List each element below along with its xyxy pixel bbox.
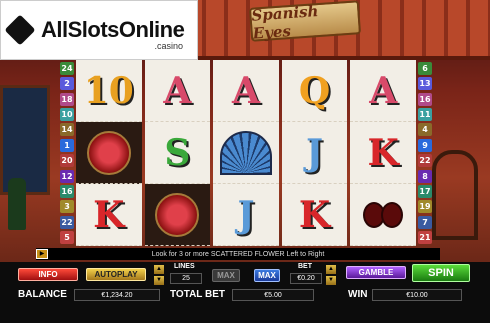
fan-icon: [219, 130, 272, 175]
reel-symbol: Q: [281, 60, 348, 122]
reel: AK: [350, 60, 416, 246]
game-title: Spanish Eyes: [248, 0, 362, 43]
castanets-symbol: [350, 184, 416, 246]
lines-value: 25: [170, 273, 202, 284]
lines-decrease-button[interactable]: ▼: [154, 276, 164, 285]
payline-indicator[interactable]: 1: [60, 138, 74, 152]
win-label: WIN: [348, 289, 368, 300]
payline-indicator[interactable]: 9: [418, 138, 432, 152]
payline-indicator[interactable]: 16: [60, 184, 74, 198]
logo-diamond-icon: [4, 14, 36, 46]
reel-symbol: K: [350, 122, 416, 184]
bottle-decoration: [8, 178, 26, 230]
flower-scatter-symbol: [76, 122, 142, 184]
max-bet-button[interactable]: MAX: [254, 269, 280, 282]
payline-indicator[interactable]: 18: [60, 92, 74, 106]
max-lines-button[interactable]: MAX: [212, 269, 240, 282]
site-logo: AllSlotsOnline .casino: [0, 0, 198, 60]
reel: AS: [144, 60, 211, 246]
reel-symbol: 10: [76, 60, 142, 122]
total-bet-label: TOTAL BET: [170, 289, 225, 300]
gamble-button[interactable]: GAMBLE: [346, 266, 406, 279]
paylines-left: 24 2 18 10 14 1 20 12 16 3 22 5: [60, 62, 74, 244]
payline-indicator[interactable]: 7: [418, 215, 432, 229]
logo-text: AllSlotsOnline: [41, 17, 185, 42]
reel: 10 K: [76, 60, 142, 246]
logo-suffix: .casino: [154, 41, 183, 51]
payline-indicator[interactable]: 13: [418, 77, 432, 91]
fan-symbol: [213, 122, 279, 184]
payline-indicator[interactable]: 19: [418, 200, 432, 214]
total-bet-value: €5.00: [232, 289, 314, 301]
payline-indicator[interactable]: 5: [60, 230, 74, 244]
reel: AJ: [213, 60, 279, 246]
balance-value: €1,234.20: [74, 289, 160, 301]
payline-indicator[interactable]: 21: [418, 230, 432, 244]
reel-symbol: S: [144, 122, 211, 184]
payline-indicator[interactable]: 3: [60, 200, 74, 214]
payline-indicator[interactable]: 11: [418, 108, 432, 122]
chair-decoration: [432, 150, 478, 240]
reel-symbol: A: [213, 60, 279, 122]
reel-symbol: K: [76, 184, 142, 246]
paylines-right: 6 13 16 11 4 9 22 8 17 19 7 21: [418, 62, 432, 244]
message-bar: Look for 3 or more SCATTERED FLOWER Left…: [36, 248, 440, 260]
payline-indicator[interactable]: 14: [60, 123, 74, 137]
payline-indicator[interactable]: 8: [418, 169, 432, 183]
reel-symbol: A: [144, 60, 211, 122]
balance-label: BALANCE: [18, 289, 67, 300]
lines-increase-button[interactable]: ▲: [154, 265, 164, 274]
payline-indicator[interactable]: 22: [60, 215, 74, 229]
payline-indicator[interactable]: 12: [60, 169, 74, 183]
lines-label: LINES: [174, 263, 195, 270]
reel-symbol: A: [350, 60, 416, 122]
payline-indicator[interactable]: 4: [418, 123, 432, 137]
payline-indicator[interactable]: 22: [418, 154, 432, 168]
window-decoration: [0, 85, 50, 195]
flower-scatter-symbol: [144, 184, 211, 246]
payline-indicator[interactable]: 24: [60, 62, 74, 75]
win-value: €10.00: [372, 289, 462, 301]
reel-symbol: J: [213, 184, 279, 246]
payline-indicator[interactable]: 20: [60, 154, 74, 168]
bet-value: €0.20: [290, 273, 322, 284]
payline-indicator[interactable]: 6: [418, 62, 432, 75]
info-button[interactable]: INFO: [18, 268, 78, 281]
reel-grid: 10 K A S A J Q J K A K: [76, 60, 416, 246]
reel-symbol: J: [281, 122, 348, 184]
spin-button[interactable]: SPIN: [412, 264, 470, 282]
message-text: Look for 3 or more SCATTERED FLOWER Left…: [151, 250, 325, 258]
castanets-icon: [363, 201, 404, 228]
bet-label: BET: [298, 263, 312, 270]
payline-indicator[interactable]: 2: [60, 77, 74, 91]
payline-indicator[interactable]: 16: [418, 92, 432, 106]
paytable-arrow-button[interactable]: ▶: [36, 249, 48, 259]
bet-increase-button[interactable]: ▲: [326, 265, 336, 274]
reel-symbol: K: [281, 184, 348, 246]
payline-indicator[interactable]: 10: [60, 108, 74, 122]
flower-icon: [86, 130, 131, 175]
flower-icon: [155, 192, 200, 237]
autoplay-button[interactable]: AUTOPLAY: [86, 268, 146, 281]
reel: QJK: [281, 60, 348, 246]
bet-decrease-button[interactable]: ▼: [326, 276, 336, 285]
control-panel: INFO AUTOPLAY LINES ▲ ▼ 25 MAX MAX BET €…: [0, 262, 490, 323]
payline-indicator[interactable]: 17: [418, 184, 432, 198]
